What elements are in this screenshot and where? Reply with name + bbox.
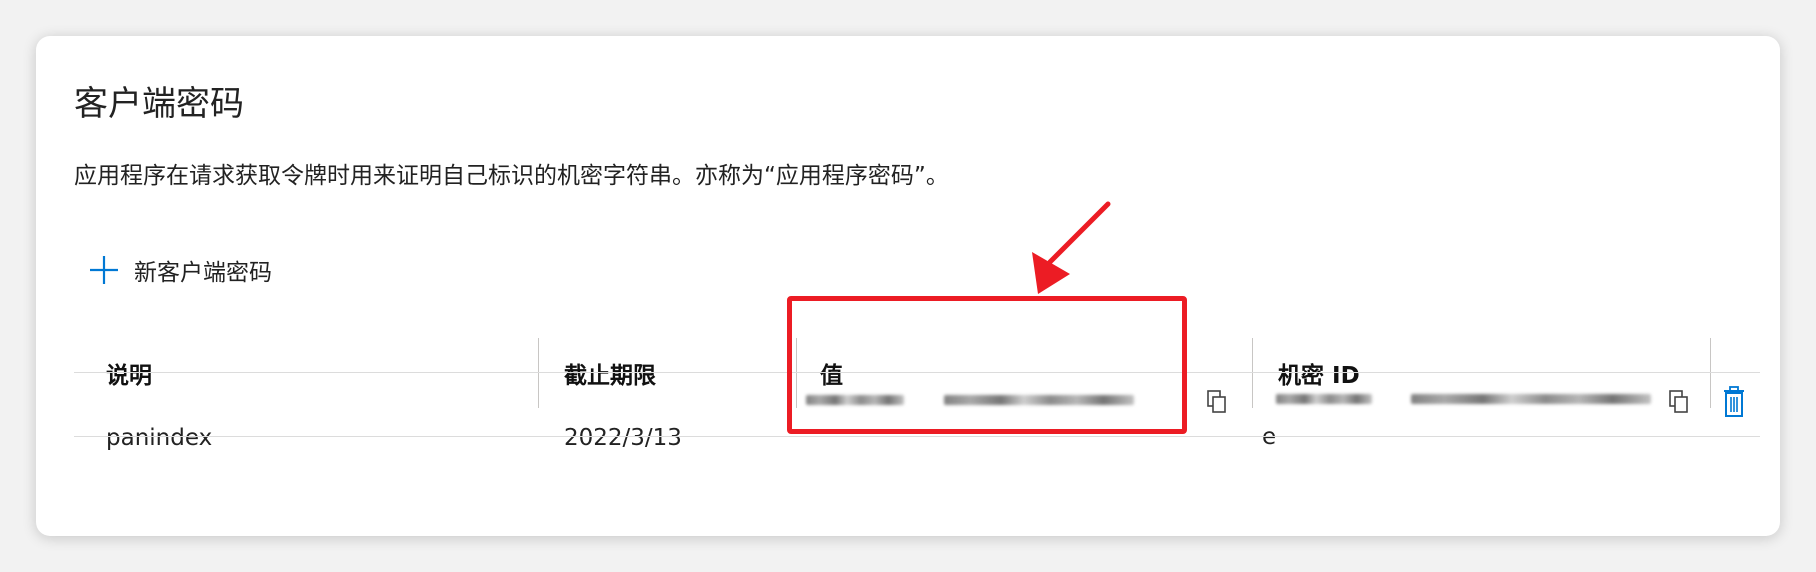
redacted-value-segment [944,395,1134,405]
copy-icon[interactable] [1206,389,1228,415]
plus-icon [90,256,118,284]
secret-id-visible-prefix: e [1262,424,1277,450]
redacted-secret-id-segment [1411,394,1651,404]
trash-icon[interactable] [1722,386,1746,418]
new-client-secret-button[interactable]: 新客户端密码 [88,250,272,290]
column-header-expires[interactable]: 截止期限 [564,356,656,390]
redacted-value-segment [806,395,904,405]
client-secrets-card: 客户端密码 应用程序在请求获取令牌时用来证明自己标识的机密字符串。亦称为“应用程… [36,36,1780,536]
column-header-secret-id[interactable]: 机密 ID [1278,356,1360,390]
header-divider [74,372,1760,373]
secret-description-cell: panindex [106,425,213,451]
copy-icon[interactable] [1668,389,1690,415]
column-divider[interactable] [538,338,539,408]
secret-expires-cell: 2022/3/13 [564,425,682,451]
column-header-description[interactable]: 说明 [106,356,152,390]
row-divider [74,436,1760,437]
new-client-secret-label: 新客户端密码 [134,260,272,286]
column-divider[interactable] [1252,338,1253,408]
section-title: 客户端密码 [74,84,244,124]
column-divider[interactable] [1710,338,1711,408]
column-divider[interactable] [796,338,797,408]
column-header-value[interactable]: 值 [820,356,843,390]
section-description: 应用程序在请求获取令牌时用来证明自己标识的机密字符串。亦称为“应用程序密码”。 [74,163,949,189]
redacted-secret-id-segment [1276,394,1372,404]
